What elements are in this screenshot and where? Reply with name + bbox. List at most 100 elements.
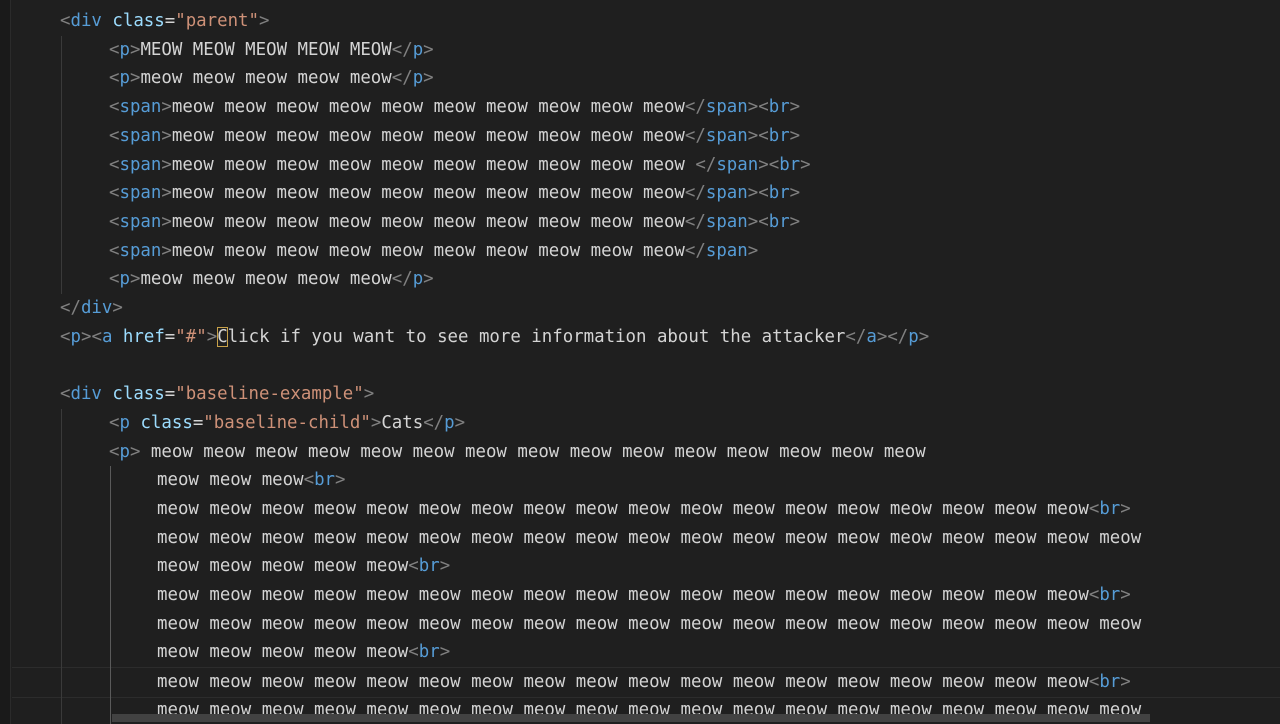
code-line[interactable]: <p> meow meow meow meow meow meow meow m… (12, 438, 1280, 467)
punctuation: </ (684, 97, 706, 118)
code-line[interactable]: <span>meow meow meow meow meow meow meow… (12, 122, 1280, 151)
tag-name: span (705, 211, 748, 232)
code-line[interactable]: <div class="parent"> (12, 7, 1280, 36)
horizontal-scrollbar[interactable] (112, 714, 1150, 722)
punctuation: > (161, 97, 172, 118)
text-content (130, 413, 140, 433)
punctuation: </ (845, 326, 867, 347)
text-content: meow meow meow meow meow meow meow meow … (140, 441, 926, 462)
punctuation: > (423, 39, 434, 60)
code-line[interactable]: meow meow meow meow meow meow meow meow … (12, 581, 1280, 610)
code-line[interactable]: <p class="baseline-child">Cats</p> (12, 409, 1280, 438)
tag-name: div (80, 298, 113, 318)
punctuation: < (91, 326, 102, 347)
punctuation: > (161, 240, 172, 261)
punctuation: < (1088, 498, 1100, 519)
code-line[interactable]: meow meow meow meow meow meow meow meow … (12, 524, 1280, 553)
text-content (102, 384, 112, 404)
punctuation: > (439, 642, 451, 663)
punctuation: > (206, 326, 218, 347)
text-content: meow meow meow meow meow (157, 556, 409, 577)
code-line[interactable]: <span>meow meow meow meow meow meow meow… (12, 93, 1280, 122)
tag-name: p (119, 39, 130, 60)
tag-name: span (705, 183, 748, 204)
code-line[interactable]: <span>meow meow meow meow meow meow meow… (12, 237, 1280, 266)
punctuation: > (161, 125, 172, 146)
punctuation: < (109, 68, 120, 89)
attribute-value: "#" (175, 326, 207, 347)
punctuation: > (747, 240, 759, 261)
punctuation: </ (423, 412, 445, 433)
punctuation: </ (695, 154, 717, 175)
text-content: MEOW MEOW MEOW MEOW MEOW (140, 39, 392, 60)
punctuation: < (109, 183, 120, 204)
punctuation: < (109, 97, 120, 118)
code-line[interactable]: meow meow meow meow meow meow meow meow … (12, 667, 1280, 698)
tag-name: br (418, 642, 440, 663)
punctuation: > (1120, 585, 1131, 605)
punctuation: > (129, 269, 141, 290)
code-line[interactable]: <p><a href="#">Click if you want to see … (12, 323, 1280, 352)
code-line[interactable]: <span>meow meow meow meow meow meow meow… (12, 151, 1280, 180)
text-content: meow meow meow meow meow meow meow meow … (171, 154, 696, 175)
punctuation: < (109, 240, 120, 261)
code-line[interactable]: <p>meow meow meow meow meow</p> (12, 265, 1280, 294)
text-content: meow meow meow meow meow (140, 269, 392, 290)
code-line[interactable] (12, 351, 1280, 380)
tag-name: br (768, 211, 790, 232)
punctuation: </ (684, 240, 706, 261)
code-line[interactable]: meow meow meow<br> (12, 466, 1280, 495)
attribute-value: "baseline-child" (203, 412, 371, 433)
punctuation: </ (684, 125, 706, 146)
code-line[interactable]: meow meow meow meow meow<br> (12, 552, 1280, 581)
attribute-value: "parent" (175, 11, 259, 31)
tag-name: span (119, 97, 162, 118)
tag-name: span (119, 240, 162, 261)
punctuation: < (60, 326, 71, 347)
punctuation: < (408, 556, 419, 577)
punctuation: </ (684, 183, 706, 204)
punctuation: < (758, 211, 769, 232)
punctuation: > (161, 211, 172, 232)
code-line[interactable]: meow meow meow meow meow meow meow meow … (12, 495, 1280, 524)
punctuation: > (423, 269, 434, 290)
code-line[interactable]: <span>meow meow meow meow meow meow meow… (12, 179, 1280, 208)
punctuation: </ (391, 269, 413, 290)
punctuation: > (439, 556, 451, 577)
punctuation: </ (684, 211, 706, 232)
punctuation: > (112, 298, 123, 318)
tag-name: p (412, 68, 424, 89)
code-line[interactable]: <p>meow meow meow meow meow</p> (12, 64, 1280, 93)
equals-sign: = (192, 412, 204, 433)
text-content: lick if you want to see more information… (227, 326, 846, 347)
code-line[interactable]: meow meow meow meow meow<br> (12, 638, 1280, 667)
code-line[interactable]: </div> (12, 294, 1280, 323)
text-content: meow meow meow meow meow meow meow meow … (157, 613, 1142, 634)
punctuation: < (109, 269, 120, 290)
code-line[interactable]: <span>meow meow meow meow meow meow meow… (12, 208, 1280, 237)
text-content: meow meow meow meow meow meow meow meow … (157, 527, 1142, 548)
equals-sign: = (164, 326, 176, 347)
text-content: Cats (381, 412, 424, 433)
code-editor[interactable]: <div class="parent"> <p>MEOW MEOW MEOW ME… (0, 0, 1280, 724)
tag-name: p (70, 326, 81, 347)
indent-guide (61, 408, 62, 724)
punctuation: > (876, 326, 888, 347)
text-content: meow meow meow meow meow meow meow meow … (157, 672, 1089, 693)
code-line[interactable]: meow meow meow meow meow meow meow meow … (12, 610, 1280, 639)
punctuation: > (454, 412, 466, 433)
indent-guide (110, 466, 111, 724)
punctuation: > (259, 11, 270, 31)
punctuation: < (303, 470, 315, 491)
punctuation: > (161, 183, 172, 204)
text-content: meow meow meow meow meow meow meow meow … (171, 240, 685, 261)
punctuation: </ (887, 326, 909, 347)
punctuation: </ (391, 39, 413, 60)
punctuation: < (758, 183, 769, 204)
text-content: meow meow meow (157, 470, 304, 491)
tag-name: span (705, 125, 748, 146)
code-line[interactable]: <p>MEOW MEOW MEOW MEOW MEOW</p> (12, 36, 1280, 65)
attribute-value: "baseline-example" (175, 384, 364, 405)
code-line[interactable]: <div class="baseline-example"> (12, 380, 1280, 409)
punctuation: < (408, 642, 419, 663)
